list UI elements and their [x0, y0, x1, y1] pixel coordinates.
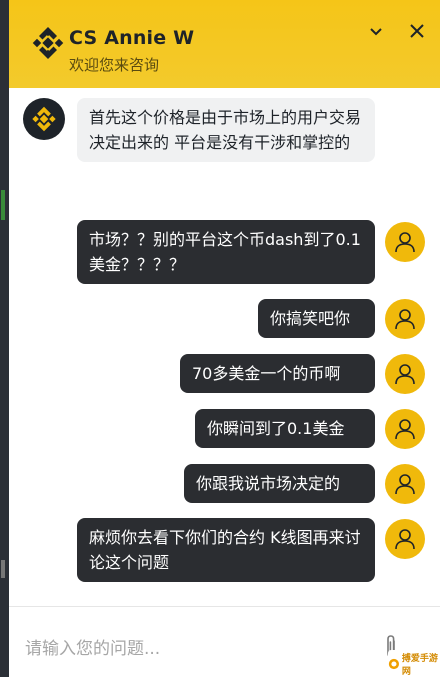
user-icon	[395, 474, 415, 495]
user-message: 你瞬间到了0.1美金	[195, 409, 375, 448]
user-avatar	[385, 464, 425, 504]
minimize-button[interactable]	[363, 18, 389, 44]
binance-logo-icon	[31, 26, 65, 60]
user-avatar	[385, 409, 425, 449]
user-icon	[395, 232, 415, 253]
user-icon	[395, 529, 415, 550]
site-watermark: 搏爱手游网	[388, 650, 440, 677]
close-icon	[410, 24, 424, 38]
user-avatar	[385, 222, 425, 262]
close-button[interactable]	[404, 18, 430, 44]
side-mark	[1, 560, 5, 578]
user-message: 70多美金一个的币啊	[180, 354, 375, 393]
user-icon	[395, 364, 415, 385]
user-message: 你搞笑吧你	[258, 299, 375, 338]
user-icon	[395, 419, 415, 440]
binance-logo-icon	[32, 106, 56, 132]
agent-name: CS Annie W	[69, 27, 195, 49]
user-message: 麻烦你去看下你们的合约 K线图再来讨论这个问题	[77, 518, 375, 582]
user-message: 市场？？别的平台这个币dash到了0.1美金？？？？	[77, 220, 375, 284]
watermark-logo-icon	[388, 658, 400, 669]
message-list[interactable]: 首先这个价格是由于市场上的用户交易决定出来的 平台是没有干涉和掌控的 市场？？别…	[9, 88, 440, 598]
chat-header: CS Annie W 欢迎您来咨询	[9, 0, 440, 88]
user-message: 你跟我说市场决定的	[184, 464, 375, 503]
chat-window: CS Annie W 欢迎您来咨询 首先这个价格是由于市场上的用户交易决定出来的…	[0, 0, 440, 677]
chevron-down-icon	[370, 28, 382, 36]
message-composer	[9, 606, 440, 677]
agent-avatar	[23, 98, 65, 140]
agent-greeting: 欢迎您来咨询	[69, 56, 160, 74]
user-avatar	[385, 299, 425, 339]
message-input[interactable]	[23, 633, 367, 665]
side-mark	[1, 190, 5, 220]
watermark-text: 搏爱手游网	[401, 653, 438, 677]
user-avatar	[385, 354, 425, 394]
background-app-strip	[0, 0, 9, 677]
user-avatar	[385, 519, 425, 559]
user-icon	[395, 309, 415, 330]
agent-message: 首先这个价格是由于市场上的用户交易决定出来的 平台是没有干涉和掌控的	[77, 98, 375, 162]
